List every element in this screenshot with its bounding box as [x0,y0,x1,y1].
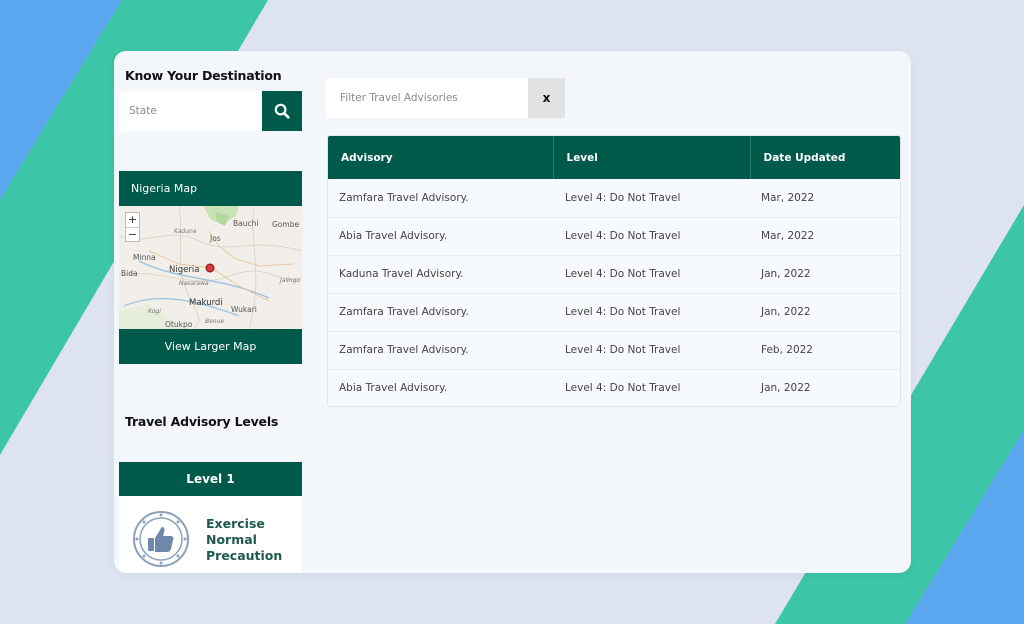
map-label-otukpo: Otukpo [165,320,193,329]
map-header: Nigeria Map [119,171,302,206]
map-label-nigeria: Nigeria [169,265,200,275]
search-button[interactable] [262,91,302,131]
map-label-benue: Benue [205,318,225,325]
column-header-level[interactable]: Level [553,136,751,179]
date-cell: Jan, 2022 [761,268,811,280]
map-label-kaduna: Kaduna [174,228,197,235]
date-cell: Jan, 2022 [761,306,811,318]
column-header-advisory[interactable]: Advisory [328,136,554,179]
table-row[interactable]: Zamfara Travel Advisory. Level 4: Do Not… [328,293,900,331]
map-label-minna: Minna [133,253,156,262]
date-cell: Mar, 2022 [761,230,815,242]
search-icon [274,103,290,119]
table-row[interactable]: Kaduna Travel Advisory. Level 4: Do Not … [328,255,900,293]
advisory-cell[interactable]: Abia Travel Advisory. [328,217,553,255]
advisory-cell[interactable]: Kaduna Travel Advisory. [328,255,553,293]
main-card: Know Your Destination Nigeria Map [114,51,911,573]
level-cell: Level 4: Do Not Travel [565,306,681,318]
level-card: Level 1 Exercise Normal Precaution [119,462,302,573]
table-row[interactable]: Zamfara Travel Advisory. Level 4: Do Not… [328,331,900,369]
table-row[interactable]: Abia Travel Advisory. Level 4: Do Not Tr… [328,369,900,406]
level-cell: Level 4: Do Not Travel [565,191,681,204]
level-cell: Level 4: Do Not Travel [565,344,681,356]
map-label-wukari: Wukari [231,305,257,314]
clear-filter-button[interactable]: x [528,78,565,118]
zoom-out-button[interactable]: − [126,227,139,241]
level-cell: Level 4: Do Not Travel [565,230,681,242]
advisory-table: Advisory Level Date Updated Zamfara Trav… [327,135,901,407]
level-description: Exercise Normal Precaution [206,516,283,563]
date-cell: Feb, 2022 [761,344,813,356]
map-label-jos: Jos [210,234,221,243]
map-label-bida: Bida [121,269,138,278]
sidebar: Know Your Destination Nigeria Map [119,51,302,573]
map-label-gombe: Gombe [272,220,300,229]
map-zoom-control: + − [125,212,140,242]
view-larger-map-button[interactable]: View Larger Map [119,329,302,364]
advisory-cell[interactable]: Zamfara Travel Advisory. [328,293,553,331]
level-body: Exercise Normal Precaution [119,496,302,573]
nigeria-map-widget: Nigeria Map + − Bauchi Gombe Kaduna Jos … [119,171,302,364]
level-cell: Level 4: Do Not Travel [565,268,681,280]
advisory-levels-title: Travel Advisory Levels [125,414,279,429]
column-header-date[interactable]: Date Updated [750,136,900,179]
map-label-bauchi: Bauchi [233,219,259,228]
advisory-cell[interactable]: Abia Travel Advisory. [328,369,553,406]
advisory-cell[interactable]: Zamfara Travel Advisory. [328,331,553,369]
date-cell: Mar, 2022 [761,191,815,204]
destination-title: Know Your Destination [125,68,282,83]
map-label-makurdi: Makurdi [189,298,223,308]
level-cell: Level 4: Do Not Travel [565,382,681,395]
map-view[interactable]: + − Bauchi Gombe Kaduna Jos Minna Nigeri… [119,206,302,329]
map-label-jalingo: Jalingo [280,277,301,284]
advisory-filter: x [326,78,565,118]
filter-input[interactable] [326,78,528,118]
zoom-in-button[interactable]: + [126,213,139,227]
table-row[interactable]: Zamfara Travel Advisory. Level 4: Do Not… [328,179,900,217]
level-header: Level 1 [119,462,302,496]
thumbs-up-icon [133,511,189,567]
state-input[interactable] [119,91,262,131]
map-label-nasarawa: Nasarawa [179,280,209,287]
advisory-cell[interactable]: Zamfara Travel Advisory. [328,179,553,217]
table-header-row: Advisory Level Date Updated [328,136,900,179]
date-cell: Jan, 2022 [761,382,811,395]
map-label-kogi: Kogi [148,308,161,315]
table-row[interactable]: Abia Travel Advisory. Level 4: Do Not Tr… [328,217,900,255]
state-search [119,91,302,131]
